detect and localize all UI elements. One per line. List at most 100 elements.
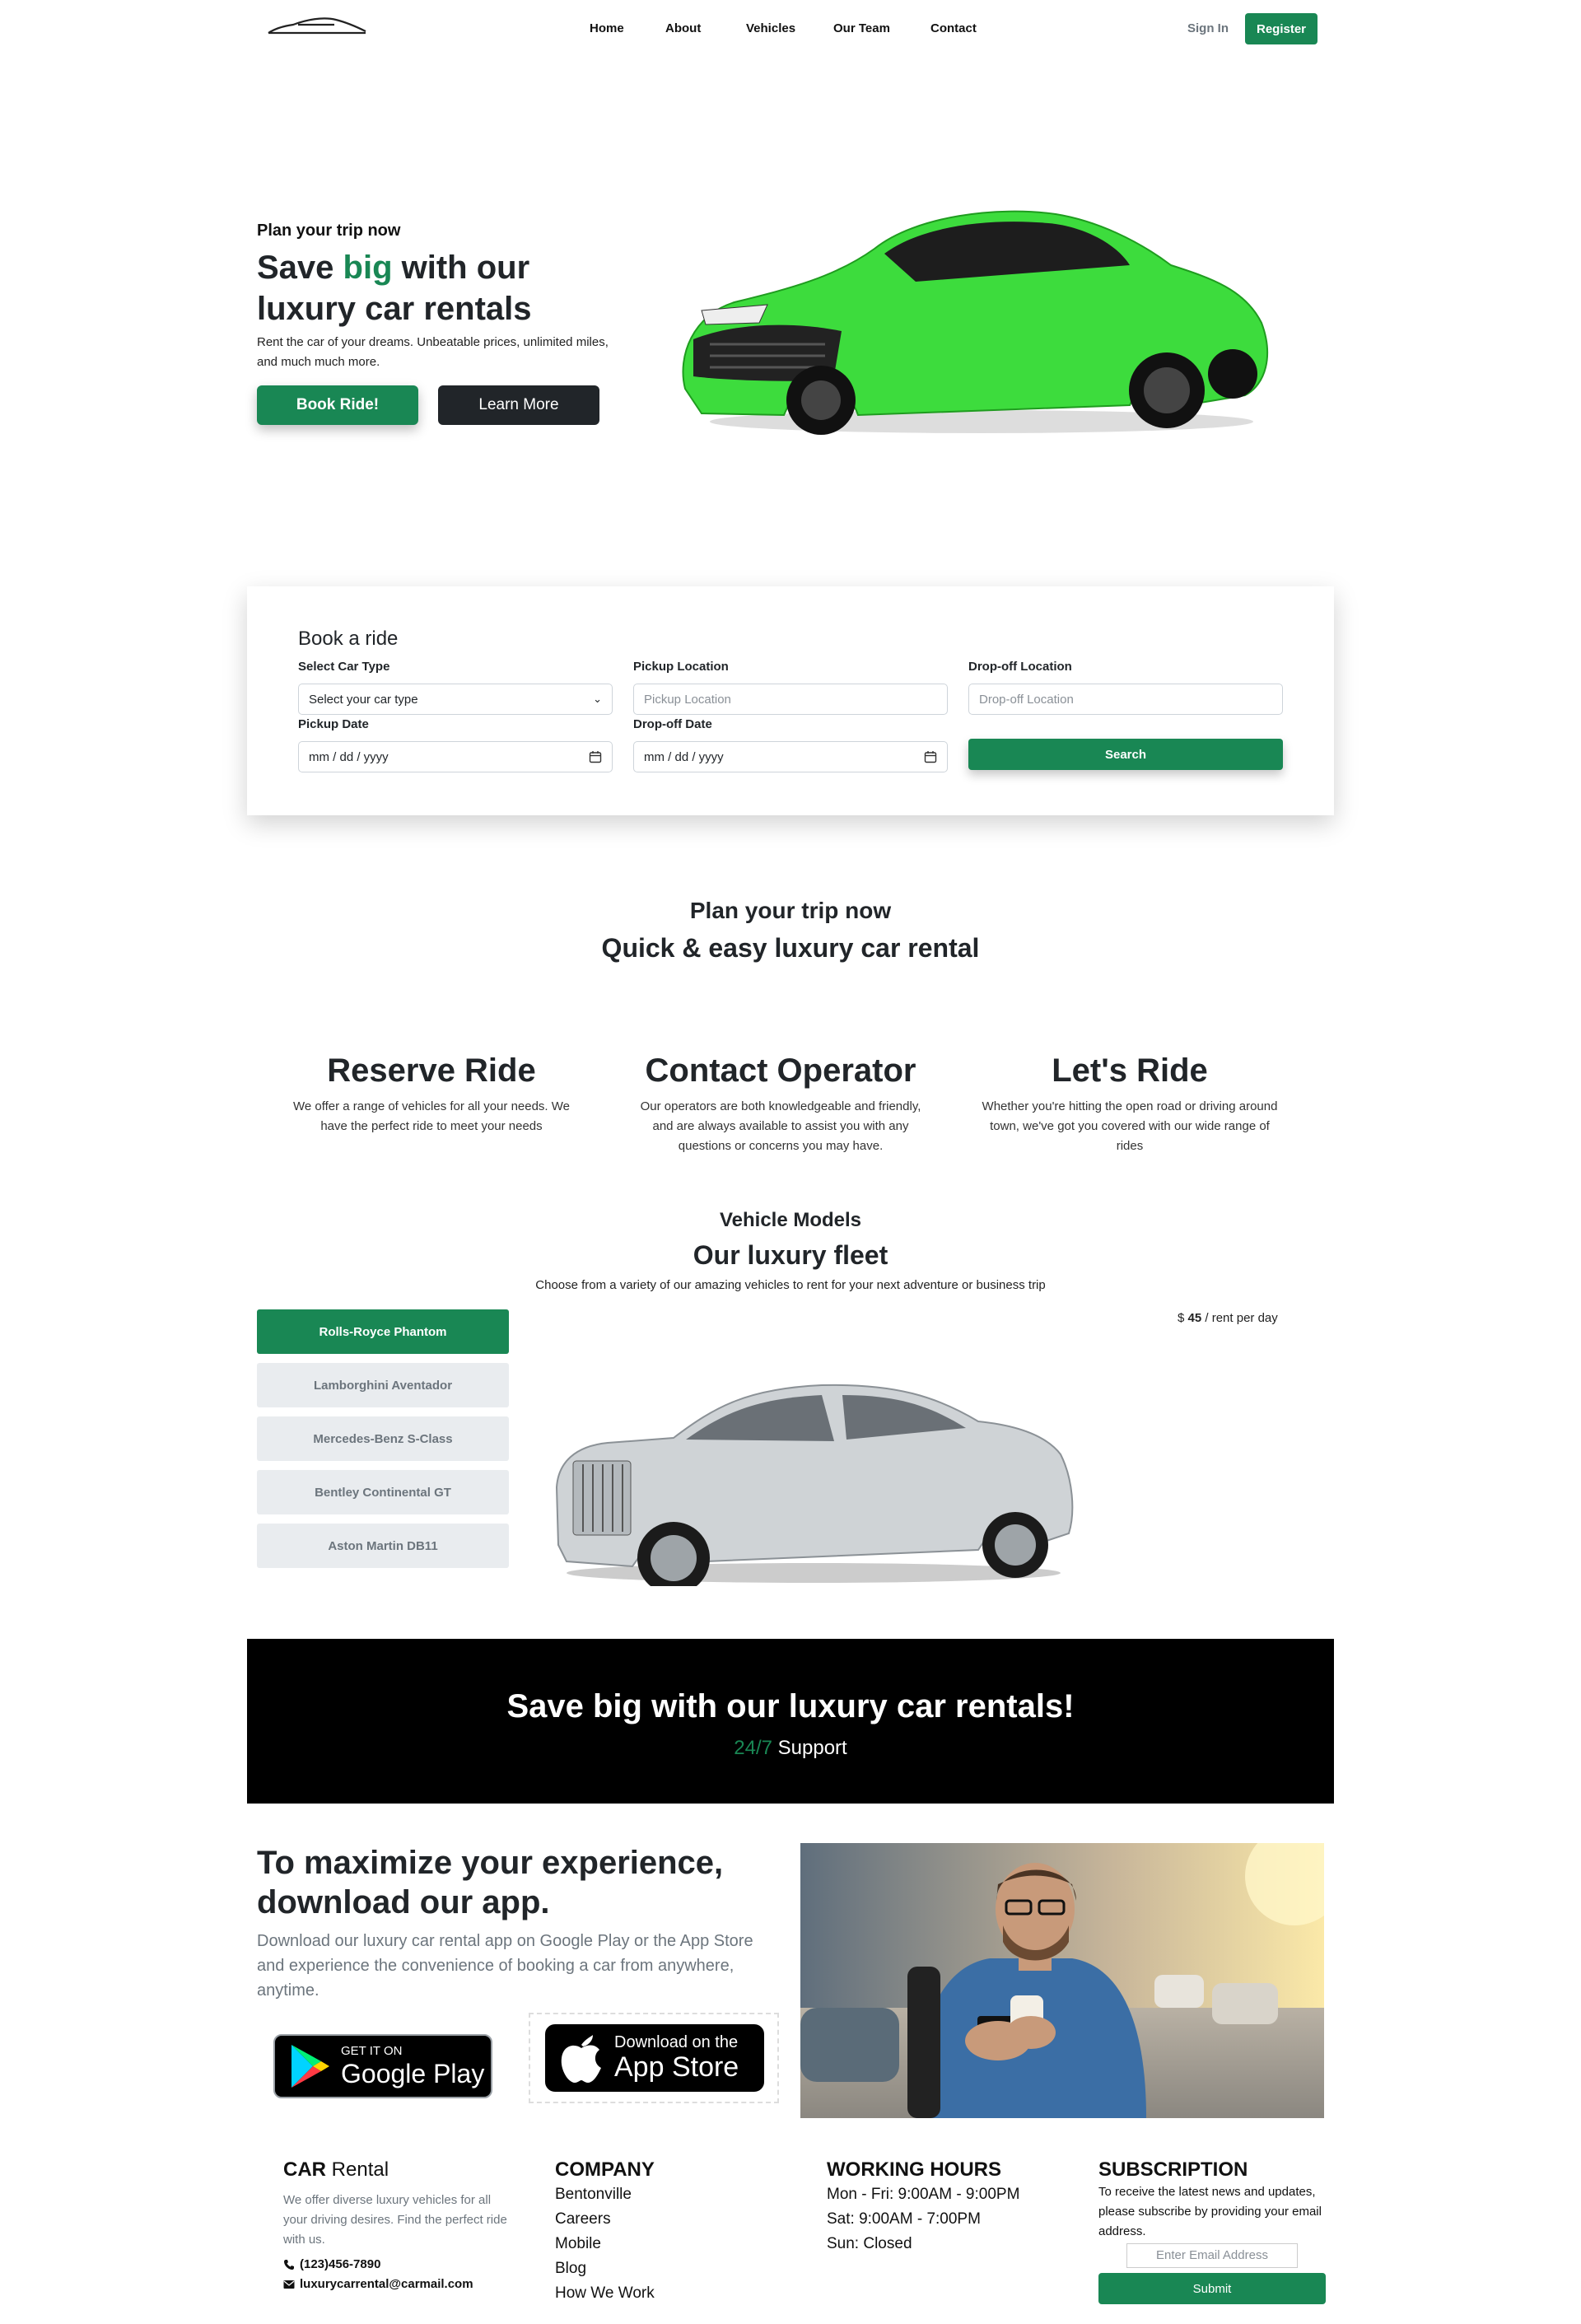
car-type-select[interactable]: Select your car type ⌄	[298, 684, 613, 715]
feature-contact-operator: Contact Operator Our operators are both …	[632, 1046, 929, 1156]
footer-brand-rest: Rental	[326, 2158, 389, 2181]
footer-email[interactable]: luxurycarrental@carmail.com	[283, 2275, 514, 2294]
hero-subtitle: Plan your trip now	[257, 222, 401, 240]
book-ride-button[interactable]: Book Ride!	[257, 385, 418, 425]
footer-subscription-text: To receive the latest news and updates, …	[1098, 2185, 1322, 2238]
nav-our-team[interactable]: Our Team	[833, 21, 890, 35]
logo-car-icon[interactable]	[265, 15, 369, 38]
hero-title: Save big with our luxury car rentals	[257, 247, 636, 329]
feature-reserve-ride: Reserve Ride We offer a range of vehicle…	[283, 1046, 580, 1136]
dropoff-date-input[interactable]: mm / dd / yyyy	[633, 741, 948, 772]
footer-link-mobile[interactable]: Mobile	[555, 2232, 655, 2256]
footer-link-careers[interactable]: Careers	[555, 2207, 655, 2232]
learn-more-button[interactable]: Learn More	[438, 385, 599, 425]
footer-brand: CAR Rental We offer diverse luxury vehic…	[283, 2158, 514, 2294]
footer-hours-title: WORKING HOURS	[827, 2158, 1001, 2181]
booking-title: Book a ride	[298, 628, 399, 650]
feature-title: Contact Operator	[645, 1052, 916, 1089]
footer-hours: WORKING HOURS Mon - Fri: 9:00AM - 9:00PM…	[827, 2158, 1019, 2256]
nav-home[interactable]: Home	[590, 21, 624, 35]
app-user-photo	[800, 1843, 1324, 2118]
app-store-small: Download on the	[614, 2033, 739, 2051]
subscribe-submit-button[interactable]: Submit	[1098, 2273, 1326, 2304]
footer-hours-weekday: Mon - Fri: 9:00AM - 9:00PM	[827, 2186, 1020, 2203]
calendar-icon[interactable]	[589, 750, 602, 763]
footer-brand-bold: CAR	[283, 2158, 326, 2181]
app-title: To maximize your experience, download ou…	[257, 1845, 724, 1920]
footer-about: We offer diverse luxury vehicles for all…	[283, 2193, 507, 2247]
price-value: 45	[1187, 1311, 1202, 1325]
dropoff-date-label: Drop-off Date	[633, 717, 712, 731]
banner-support-text: Support	[772, 1737, 847, 1759]
fleet-model-bentley[interactable]: Bentley Continental GT	[257, 1470, 509, 1514]
google-play-button[interactable]: GET IT ON Google Play	[273, 2034, 492, 2098]
feature-title: Reserve Ride	[327, 1052, 536, 1089]
footer-hours-sunday: Sun: Closed	[827, 2235, 912, 2252]
fleet-description: Choose from a variety of our amazing veh…	[535, 1278, 1046, 1292]
fleet-car-image	[555, 1384, 1074, 1586]
footer-hours-saturday: Sat: 9:00AM - 7:00PM	[827, 2210, 981, 2228]
calendar-icon[interactable]	[924, 750, 937, 763]
footer-subscription: SUBSCRIPTION To receive the latest news …	[1098, 2158, 1329, 2304]
car-type-value: Select your car type	[309, 692, 418, 707]
price-per-day: $ 45 / rent per day	[1178, 1311, 1278, 1325]
app-store-button[interactable]: Download on the App Store	[543, 2023, 766, 2093]
footer-link-blog[interactable]: Blog	[555, 2256, 655, 2281]
dropoff-date-value: mm / dd / yyyy	[644, 749, 724, 764]
fleet-model-mercedes[interactable]: Mercedes-Benz S-Class	[257, 1416, 509, 1461]
app-description: Download our luxury car rental app on Go…	[257, 1932, 753, 2000]
nav-vehicles[interactable]: Vehicles	[746, 21, 795, 35]
plan-title: Quick & easy luxury car rental	[601, 933, 980, 963]
app-store-big: App Store	[614, 2051, 739, 2083]
price-suffix: / rent per day	[1205, 1311, 1278, 1325]
search-button[interactable]: Search	[968, 739, 1283, 770]
footer-company-title: COMPANY	[555, 2158, 655, 2181]
sign-in-link[interactable]: Sign In	[1187, 21, 1229, 35]
dropoff-location-label: Drop-off Location	[968, 660, 1072, 674]
footer-brand-name: CAR Rental	[283, 2158, 514, 2182]
google-play-icon	[291, 2045, 329, 2088]
pickup-location-input[interactable]: Pickup Location	[633, 684, 948, 715]
car-type-label: Select Car Type	[298, 660, 390, 674]
fleet-model-lamborghini[interactable]: Lamborghini Aventador	[257, 1363, 509, 1407]
footer-link-how-we-work[interactable]: How We Work	[555, 2281, 655, 2306]
feature-text: Our operators are both knowledgeable and…	[640, 1099, 921, 1153]
dropoff-location-input[interactable]: Drop-off Location	[968, 684, 1283, 715]
register-button[interactable]: Register	[1245, 13, 1318, 44]
fleet-model-aston-martin[interactable]: Aston Martin DB11	[257, 1524, 509, 1568]
footer-subscription-title: SUBSCRIPTION	[1098, 2158, 1248, 2181]
pickup-date-value: mm / dd / yyyy	[309, 749, 389, 764]
apple-icon	[561, 2035, 601, 2083]
promo-banner: Save big with our luxury car rentals! 24…	[247, 1639, 1334, 1804]
fleet-subtitle: Vehicle Models	[719, 1209, 862, 1231]
fleet-title: Our luxury fleet	[693, 1240, 888, 1270]
plan-subtitle: Plan your trip now	[689, 898, 892, 923]
price-currency: $	[1178, 1311, 1185, 1325]
envelope-icon	[283, 2280, 295, 2289]
google-play-big: Google Play	[341, 2059, 485, 2088]
footer-phone[interactable]: (123)456-7890	[283, 2255, 514, 2275]
banner-title: Save big with our luxury car rentals!	[506, 1688, 1075, 1724]
chevron-down-icon: ⌄	[593, 693, 602, 705]
nav-about[interactable]: About	[665, 21, 701, 35]
subscribe-email-input[interactable]: Enter Email Address	[1126, 2243, 1298, 2268]
feature-title: Let's Ride	[1052, 1052, 1208, 1089]
footer-link-bentonville[interactable]: Bentonville	[555, 2182, 655, 2207]
pickup-date-input[interactable]: mm / dd / yyyy	[298, 741, 613, 772]
pickup-location-label: Pickup Location	[633, 660, 729, 674]
booking-form: Book a ride Select Car Type Select your …	[247, 586, 1334, 815]
nav-contact[interactable]: Contact	[930, 21, 977, 35]
hero-title-pre: Save	[257, 250, 343, 286]
footer-company: COMPANY Bentonville Careers Mobile Blog …	[555, 2158, 655, 2306]
hero-car-image	[682, 210, 1268, 435]
hero-title-highlight: big	[343, 250, 393, 286]
fleet-model-rolls-royce[interactable]: Rolls-Royce Phantom	[257, 1309, 509, 1354]
footer-phone-text: (123)456-7890	[300, 2257, 381, 2271]
feature-lets-ride: Let's Ride Whether you're hitting the op…	[982, 1046, 1278, 1156]
feature-text: We offer a range of vehicles for all you…	[292, 1099, 570, 1133]
banner-support-highlight: 24/7	[734, 1737, 772, 1759]
phone-icon	[284, 2260, 294, 2270]
google-play-small: GET IT ON	[341, 2044, 403, 2058]
pickup-date-label: Pickup Date	[298, 717, 369, 731]
feature-text: Whether you're hitting the open road or …	[982, 1099, 1278, 1153]
